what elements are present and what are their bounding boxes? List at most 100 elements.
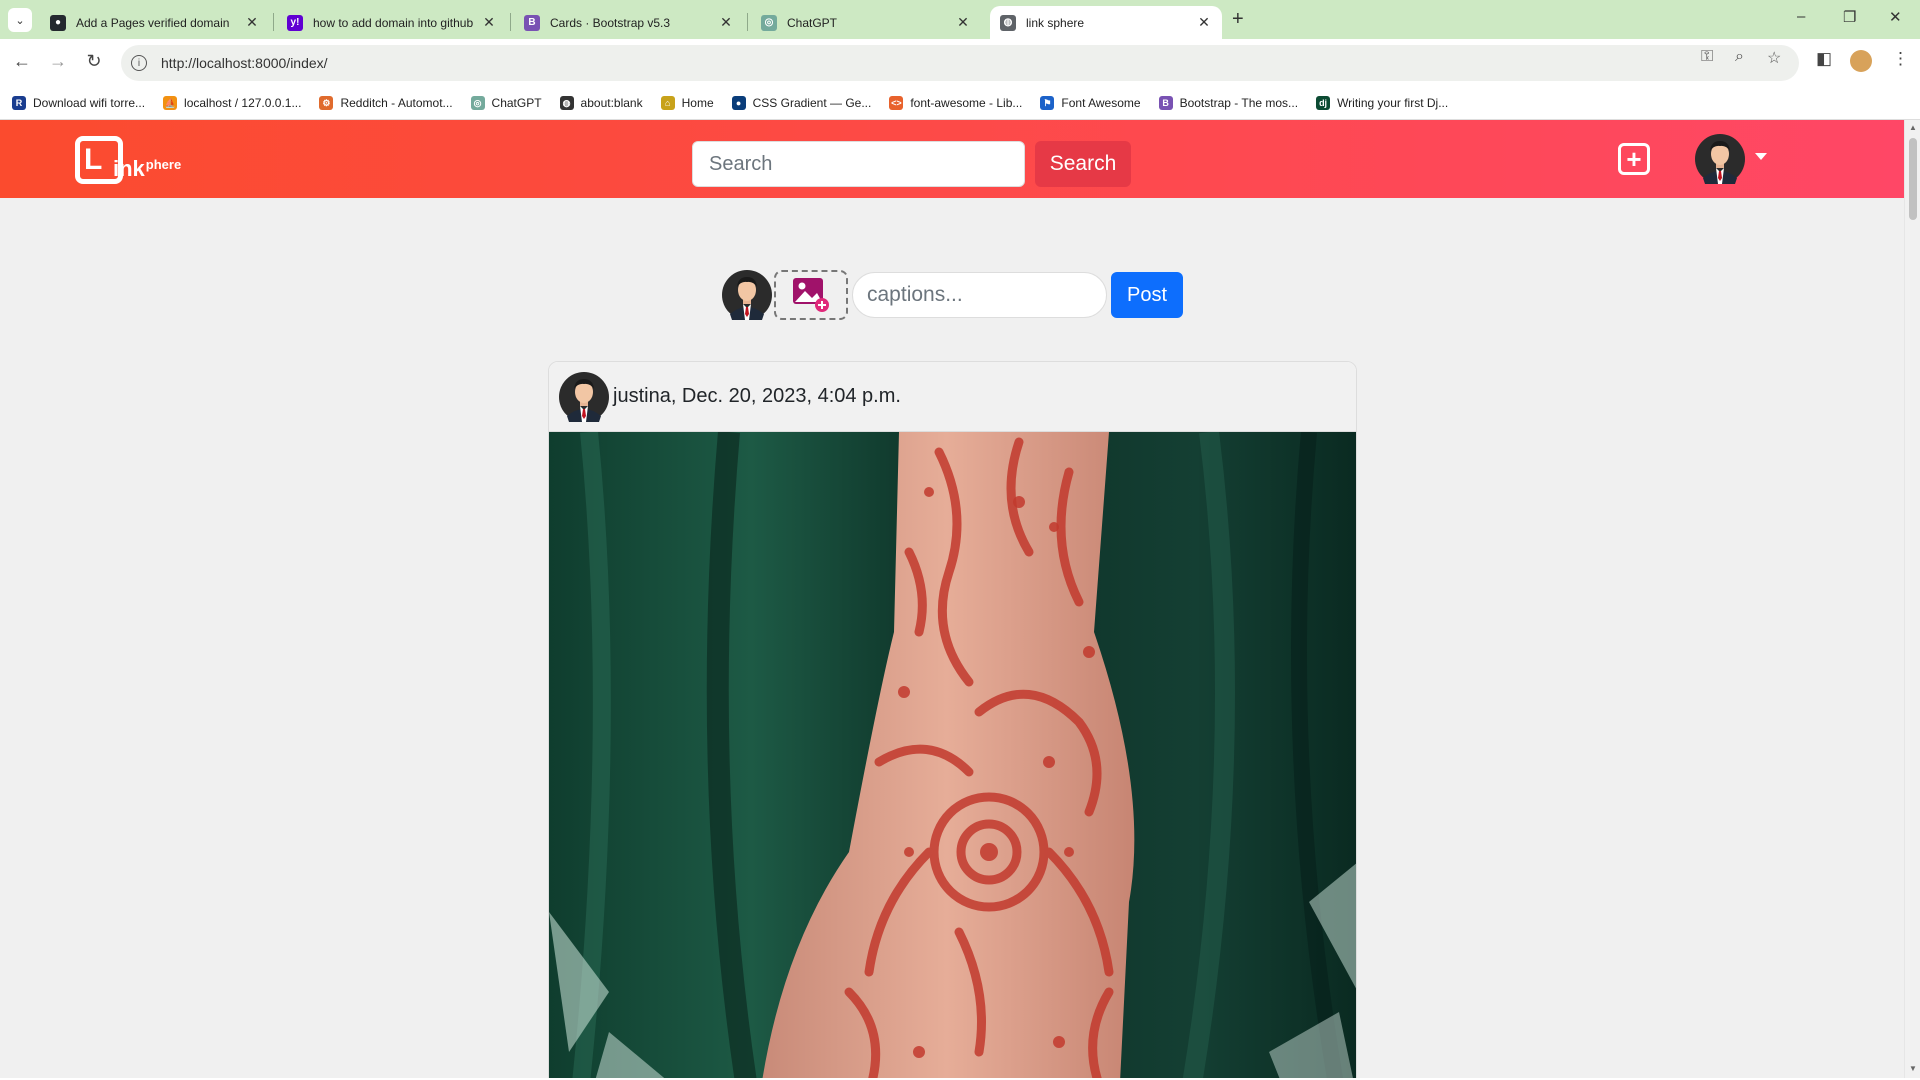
- avatar-icon: [559, 371, 609, 422]
- browser-toolbar: ← → ↻ i http://localhost:8000/index/ ⚿ ⌕…: [0, 39, 1920, 87]
- bookmark-label: CSS Gradient — Ge...: [752, 96, 872, 110]
- search-button[interactable]: Search: [1035, 141, 1131, 187]
- browser-tab[interactable]: B Cards · Bootstrap v5.3 ✕: [514, 6, 744, 39]
- add-image-icon: [793, 278, 829, 312]
- scroll-down-arrow-icon[interactable]: ▼: [1909, 1064, 1917, 1073]
- bookmark-label: ChatGPT: [491, 96, 542, 110]
- bookmark-item[interactable]: ⛵ localhost / 127.0.0.1...: [163, 96, 301, 110]
- app-navbar: L ink phere Search +: [0, 120, 1904, 198]
- bookmark-item[interactable]: <> font-awesome - Lib...: [889, 96, 1022, 110]
- yahoo-icon: y!: [287, 14, 303, 31]
- minimize-button[interactable]: –: [1797, 8, 1805, 25]
- image-upload-button[interactable]: [774, 270, 848, 320]
- reload-button[interactable]: ↻: [82, 51, 106, 72]
- composer-avatar: [722, 270, 772, 320]
- bookmark-label: Download wifi torre...: [33, 96, 146, 110]
- user-menu-caret-icon[interactable]: [1755, 153, 1767, 160]
- zoom-icon[interactable]: ⌕: [1735, 48, 1744, 66]
- bootstrap-icon: B: [1158, 96, 1173, 110]
- bookmark-item[interactable]: ⚑ Font Awesome: [1040, 96, 1141, 110]
- browser-tab[interactable]: y! how to add domain into github ✕: [277, 6, 507, 39]
- tab-separator: [747, 13, 748, 31]
- browser-tab[interactable]: ◎ ChatGPT ✕: [751, 6, 981, 39]
- tab-title: Add a Pages verified domain: [76, 15, 230, 30]
- bookmark-label: about:blank: [580, 96, 643, 110]
- home-icon: ⌂: [660, 96, 675, 110]
- bookmark-star-icon[interactable]: ☆: [1767, 48, 1781, 68]
- avatar-icon: [1695, 134, 1745, 184]
- back-button[interactable]: ←: [10, 51, 34, 72]
- caption-input[interactable]: [852, 272, 1107, 318]
- bookmark-item[interactable]: ◎ ChatGPT: [470, 96, 542, 110]
- github-icon: ●: [50, 14, 66, 31]
- bookmarks-bar: R Download wifi torre... ⛵ localhost / 127.…: [0, 87, 1920, 120]
- browser-tab[interactable]: ◍ link sphere ✕: [990, 6, 1222, 39]
- menu-kebab-icon[interactable]: ⋮: [1892, 49, 1909, 69]
- scroll-thumb[interactable]: [1909, 138, 1917, 220]
- bootstrap-icon: B: [524, 14, 540, 31]
- tab-close-icon[interactable]: ✕: [481, 14, 497, 31]
- bookmark-label: Writing your first Dj...: [1337, 96, 1449, 110]
- bookmark-item[interactable]: ● CSS Gradient — Ge...: [731, 96, 872, 110]
- bookmark-label: Home: [681, 96, 714, 110]
- flag-icon: ⚑: [1040, 96, 1055, 110]
- bookmark-item[interactable]: R Download wifi torre...: [12, 96, 145, 110]
- tab-title: Cards · Bootstrap v5.3: [550, 15, 671, 30]
- key-icon[interactable]: ⚿: [1701, 48, 1713, 66]
- close-window-button[interactable]: ✕: [1889, 8, 1902, 26]
- bookmark-item[interactable]: ⌂ Home: [660, 96, 714, 110]
- post-author-avatar[interactable]: [559, 371, 609, 422]
- bookmark-label: Redditch - Automot...: [340, 96, 453, 110]
- bookmark-item[interactable]: dj Writing your first Dj...: [1316, 96, 1448, 110]
- tab-close-icon[interactable]: ✕: [244, 14, 260, 31]
- tab-title: link sphere: [1026, 15, 1085, 30]
- tab-search-button[interactable]: ⌄: [8, 8, 32, 32]
- page-viewport: L ink phere Search +: [0, 120, 1904, 1078]
- r-icon: R: [12, 96, 26, 110]
- logo-rest-text: phere: [145, 157, 182, 172]
- restore-button[interactable]: ❐: [1843, 8, 1856, 26]
- search-input[interactable]: [692, 141, 1025, 187]
- bookmark-label: font-awesome - Lib...: [910, 96, 1023, 110]
- user-avatar[interactable]: [1695, 134, 1745, 184]
- scroll-up-arrow-icon[interactable]: ▲: [1909, 123, 1917, 132]
- post-author-and-date: justina, Dec. 20, 2023, 4:04 p.m.: [613, 385, 901, 407]
- post-card: justina, Dec. 20, 2023, 4:04 p.m.: [548, 361, 1357, 1078]
- link-sphere-logo[interactable]: L ink phere: [75, 134, 181, 184]
- new-tab-button[interactable]: +: [1232, 8, 1244, 31]
- bookmark-label: localhost / 127.0.0.1...: [184, 96, 302, 110]
- css-gradient-icon: ●: [731, 96, 746, 110]
- tab-title: how to add domain into github: [313, 15, 474, 30]
- bookmark-item[interactable]: ◍ about:blank: [559, 96, 643, 110]
- bookmark-item[interactable]: B Bootstrap - The mos...: [1158, 96, 1299, 110]
- logo-mark: L: [75, 136, 123, 184]
- address-url: http://localhost:8000/index/: [161, 55, 328, 71]
- avatar-icon: [722, 270, 772, 320]
- post-composer: Post: [722, 270, 1183, 320]
- chatgpt-icon: ◎: [470, 96, 485, 110]
- tab-close-icon[interactable]: ✕: [1196, 14, 1212, 31]
- redditch-icon: ⚙: [319, 96, 334, 110]
- browser-tab[interactable]: ● Add a Pages verified domain ✕: [40, 6, 270, 39]
- globe-icon: ◍: [1000, 14, 1016, 31]
- tab-separator: [510, 13, 511, 31]
- address-bar[interactable]: i http://localhost:8000/index/: [121, 45, 1799, 81]
- site-info-icon[interactable]: i: [131, 55, 147, 71]
- add-post-icon[interactable]: +: [1618, 143, 1650, 175]
- bookmark-label: Font Awesome: [1061, 96, 1141, 110]
- post-image: [549, 432, 1356, 1078]
- tab-separator: [273, 13, 274, 31]
- bookmark-label: Bootstrap - The mos...: [1179, 96, 1299, 110]
- bookmark-item[interactable]: ⚙ Redditch - Automot...: [319, 96, 453, 110]
- forward-button[interactable]: →: [46, 51, 70, 72]
- tab-title: ChatGPT: [787, 15, 838, 30]
- tab-close-icon[interactable]: ✕: [955, 14, 971, 31]
- browser-profile-avatar[interactable]: [1850, 50, 1872, 72]
- django-icon: dj: [1316, 96, 1331, 110]
- post-button[interactable]: Post: [1111, 272, 1183, 318]
- tab-close-icon[interactable]: ✕: [718, 14, 734, 31]
- chatgpt-icon: ◎: [761, 14, 777, 31]
- post-card-header: justina, Dec. 20, 2023, 4:04 p.m.: [549, 362, 1356, 432]
- page-scrollbar[interactable]: ▲ ▼: [1904, 120, 1920, 1078]
- side-panel-icon[interactable]: ◧: [1816, 49, 1832, 69]
